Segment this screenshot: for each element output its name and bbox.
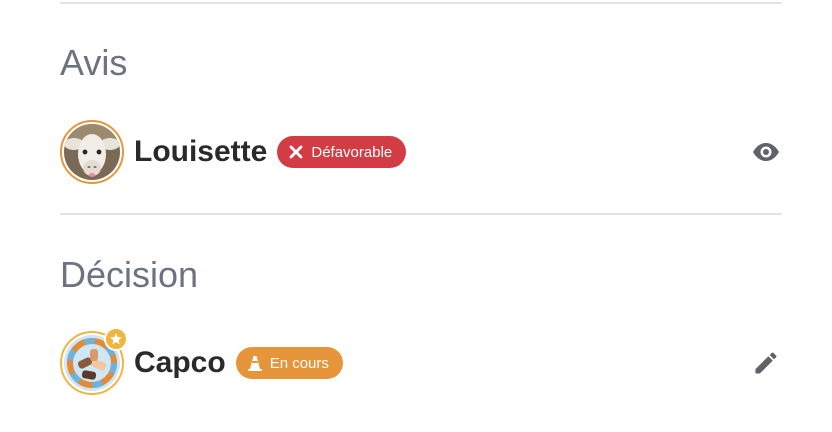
author-name[interactable]: Capco xyxy=(134,348,226,378)
status-badge-unfavorable: Défavorable xyxy=(277,136,407,168)
decision-row: Capco En cours xyxy=(60,327,782,395)
decision-section-title: Décision xyxy=(60,254,199,295)
view-button[interactable] xyxy=(750,136,782,168)
avis-row: Louisette Défavorable xyxy=(60,120,782,184)
avatar-louisette[interactable] xyxy=(60,120,124,184)
star-icon xyxy=(104,327,128,351)
status-badge-in-progress: En cours xyxy=(235,347,343,379)
avatar-capco[interactable] xyxy=(60,327,128,395)
eye-icon xyxy=(753,143,779,161)
edit-button[interactable] xyxy=(750,347,782,379)
avis-section-title: Avis xyxy=(60,42,128,83)
top-divider xyxy=(60,2,782,4)
traffic-cone-icon xyxy=(247,355,262,371)
pencil-icon xyxy=(755,352,777,374)
section-divider xyxy=(60,213,782,215)
goat-avatar-image xyxy=(64,124,120,180)
close-icon xyxy=(289,145,303,159)
status-badge-label: Défavorable xyxy=(311,143,393,161)
author-name[interactable]: Louisette xyxy=(134,137,267,167)
status-badge-label: En cours xyxy=(269,354,329,372)
